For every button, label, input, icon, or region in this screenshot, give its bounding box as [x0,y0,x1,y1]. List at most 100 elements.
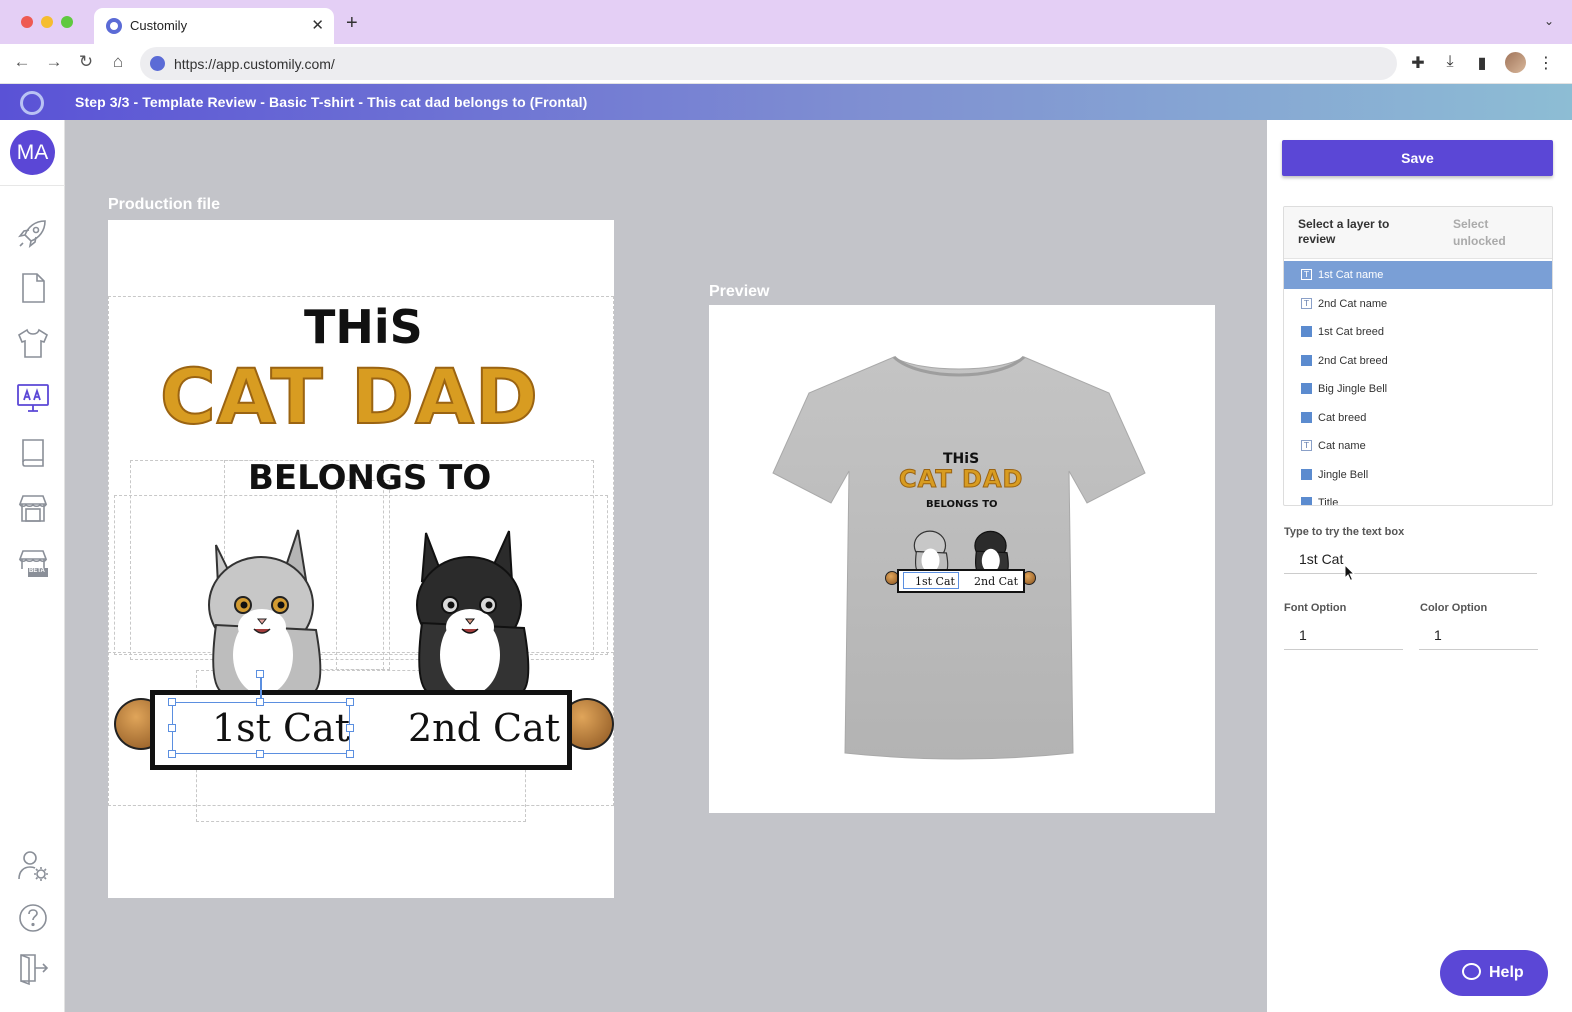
resize-handle[interactable] [168,750,176,758]
preview-cat2-name: 2nd Cat [974,575,1019,588]
beta-badge: BETA [29,568,45,574]
layer-item[interactable]: T 1st Cat name [1284,261,1552,289]
layer-item[interactable]: Cat breed [1284,404,1552,432]
chat-bubble-icon [1462,963,1481,980]
mouse-cursor-icon [1344,564,1356,582]
tshirt-icon[interactable] [15,325,51,361]
store-icon[interactable] [15,490,51,526]
resize-handle[interactable] [168,698,176,706]
image-layer-icon [1301,468,1312,480]
user-settings-icon[interactable] [15,848,51,884]
artwork-line-this: THiS [304,300,423,354]
browser-toolbar: ← → ↻ ⌂ https://app.customily.com/ ✚ ⤓ ▮… [0,44,1572,84]
rocket-icon[interactable] [15,215,51,251]
image-layer-icon [1301,411,1312,423]
image-layer-icon [1301,383,1312,394]
preview-grey-cat [913,530,949,573]
resize-handle[interactable] [168,724,176,732]
image-layer-icon [1301,326,1312,337]
right-panel: Save Select a layer to review Select unl… [1267,120,1572,1012]
resize-handle[interactable] [256,750,264,758]
text-box-label: Type to try the text box [1284,526,1405,538]
layer-item[interactable]: 1st Cat breed [1284,318,1552,346]
layer-list-header: Select a layer to review Select unlocked [1284,207,1552,259]
layer-item-label: 1st Cat name [1318,269,1384,281]
forward-arrow-icon[interactable]: → [43,52,65,72]
home-icon[interactable]: ⌂ [107,52,129,72]
layer-item[interactable]: T 2nd Cat name [1284,290,1552,318]
address-bar[interactable]: https://app.customily.com/ [140,47,1397,80]
reload-icon[interactable]: ↻ [75,52,97,72]
layer-item-label: 2nd Cat name [1318,297,1388,310]
browser-tab[interactable]: Customily ✕ [94,8,334,44]
document-icon[interactable] [15,270,51,306]
layer-item-label: Cat breed [1318,411,1367,424]
new-tab-button[interactable]: + [346,12,358,35]
logout-icon[interactable] [15,950,51,986]
text-selection-box[interactable] [172,702,350,754]
image-layer-icon [1301,354,1312,366]
production-file-label: Production file [108,196,220,213]
layer-item[interactable]: Jingle Bell [1284,461,1552,489]
window-maximize-button[interactable] [61,16,73,28]
extensions-icon[interactable]: ✚ [1407,53,1429,73]
cat2-name-text[interactable]: 2nd Cat [408,706,560,750]
resize-handle[interactable] [346,750,354,758]
window-close-button[interactable] [21,16,33,28]
tab-close-icon[interactable]: ✕ [311,16,324,34]
customily-favicon-icon [106,18,122,34]
text-layer-icon: T [1301,440,1312,451]
text-box-input[interactable]: 1st Cat [1284,548,1537,574]
artwork-line-belongs-to: BELONGS TO [248,458,492,498]
monitor-icon[interactable] [15,380,51,416]
layer-item[interactable]: 2nd Cat breed [1284,347,1552,375]
resize-handle[interactable] [346,698,354,706]
download-icon[interactable]: ⤓ [1439,53,1461,71]
text-layer-icon: T [1301,269,1312,280]
resize-handle[interactable] [346,724,354,732]
layer-item-label: 1st Cat breed [1318,326,1385,338]
tab-search-chevron-icon[interactable]: ⌄ [1544,14,1554,28]
book-icon[interactable] [15,435,51,471]
select-unlocked-button[interactable]: Select unlocked [1453,216,1543,250]
layer-guide [336,480,390,670]
rotate-handle[interactable] [256,670,264,678]
user-avatar[interactable]: MA [10,130,55,175]
left-sidebar: MA BETA [0,120,65,1012]
site-info-icon[interactable] [150,56,165,71]
sidebar-icon[interactable]: ▮ [1471,53,1493,73]
help-button[interactable]: Help [1440,950,1548,996]
profile-avatar[interactable] [1505,52,1526,73]
preview-selection-box [903,572,959,589]
artwork-line-cat-dad: CAT DAD [159,351,539,442]
resize-handle[interactable] [256,698,264,706]
back-arrow-icon[interactable]: ← [11,52,33,72]
customily-logo-icon[interactable] [20,91,44,115]
layer-item[interactable]: T Cat name [1284,432,1552,460]
layer-item-label: Title [1318,497,1339,506]
layer-item-label: Big Jingle Bell [1318,383,1388,395]
black-cat-illustration [416,530,530,695]
url-text[interactable]: https://app.customily.com/ [174,56,335,72]
layer-item[interactable]: Title [1284,489,1552,506]
browser-menu-icon[interactable]: ⋮ [1535,53,1557,73]
color-option-input[interactable]: 1 [1419,624,1538,650]
browser-tab-bar: Customily ✕ + ⌄ [0,0,1572,44]
window-minimize-button[interactable] [41,16,53,28]
production-file-canvas[interactable]: THiS CAT DAD BELONGS TO 1st Cat 2nd Cat [108,220,614,898]
preview-line-cat-dad: CAT DAD [898,465,1024,494]
tshirt-mockup [772,355,1146,760]
store-beta-icon[interactable] [15,545,51,581]
help-label: Help [1489,964,1524,981]
layer-item[interactable]: Big Jingle Bell [1284,375,1552,403]
grey-cat-illustration [208,529,322,695]
layer-list-title: Select a layer to review [1298,217,1390,246]
font-option-input[interactable]: 1 [1284,624,1403,650]
preview-line-belongs-to: BELONGS TO [926,499,998,510]
image-layer-icon [1301,497,1312,505]
help-circle-icon[interactable] [15,900,51,936]
layer-item-label: Jingle Bell [1318,468,1369,481]
tab-title: Customily [130,18,188,33]
app-header: Step 3/3 - Template Review - Basic T-shi… [0,84,1572,120]
save-button[interactable]: Save [1282,140,1553,176]
